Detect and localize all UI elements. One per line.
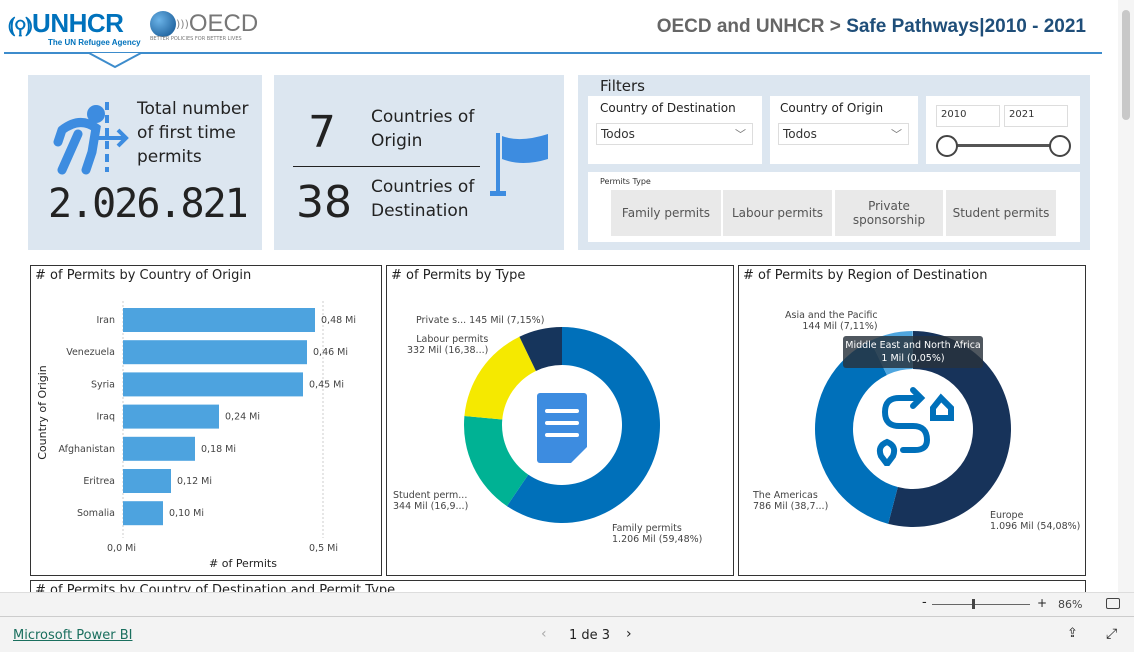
flag-icon <box>490 133 548 196</box>
category-label: Venezuela <box>66 347 115 358</box>
label-student: Student perm... 344 Mil (16,9...) <box>393 490 469 512</box>
destination-label: Country of Destination <box>600 101 736 115</box>
value-label: 0,48 Mi <box>321 315 356 326</box>
page-indicator: 1 de 3 <box>569 628 611 643</box>
tooltip: Middle East and North Africa 1 Mil (0,05%… <box>843 336 983 368</box>
divider <box>293 166 480 167</box>
zoom-out-button[interactable]: - <box>922 595 927 610</box>
permits-type-label: Permits Type <box>600 177 651 186</box>
unhcr-logo: ⦅⚲⦆UNHCR The UN Refugee Agency <box>8 8 141 47</box>
year-slider: 2010 2021 <box>926 96 1080 164</box>
bar-iraq[interactable] <box>123 404 219 429</box>
bar-eritrea[interactable] <box>123 469 171 493</box>
filters-panel: Filters Country of Destination Todos ﹀ Co… <box>578 75 1090 250</box>
scrollbar-thumb[interactable] <box>1122 10 1130 120</box>
origin-label: Country of Origin <box>780 101 884 115</box>
power-bi-link[interactable]: Microsoft Power BI <box>13 628 132 643</box>
chip-family[interactable]: Family permits <box>611 190 721 236</box>
destination-slicer: Country of Destination Todos ﹀ <box>588 96 762 164</box>
category-label: Iraq <box>96 412 115 423</box>
value-label: 0,12 Mi <box>177 476 212 487</box>
kpi-countries: 7 Countries of Origin 38 Countries of De… <box>274 75 564 250</box>
zoom-slider-handle[interactable] <box>972 599 975 609</box>
chevron-down-icon: ﹀ <box>891 128 902 141</box>
chip-student[interactable]: Student permits <box>946 190 1056 236</box>
footer: Microsoft Power BI ‹ 1 de 3 › ⇪ ⤢ <box>0 616 1134 652</box>
bar-iran[interactable] <box>123 308 315 332</box>
share-icon[interactable]: ⇪ <box>1067 626 1078 641</box>
kpi-total-permits: Total number of first time permits 2.026… <box>28 75 262 250</box>
label-americas: The Americas 786 Mil (38,7...) <box>753 490 829 512</box>
region-donut-chart: # of Permits by Region of Destination As… <box>738 265 1086 576</box>
destination-dropdown[interactable]: Todos ﹀ <box>596 123 753 145</box>
chevron-down-icon: ﹀ <box>735 128 746 141</box>
year-from-input[interactable]: 2010 <box>936 105 1000 127</box>
category-label: Afghanistan <box>58 444 115 455</box>
origin-count: 7 <box>308 107 336 158</box>
fullscreen-icon[interactable]: ⤢ <box>1106 626 1117 642</box>
bar-syria[interactable] <box>123 372 303 397</box>
x-tick: 0,0 Mi <box>107 543 136 554</box>
bar-venezuela[interactable] <box>123 340 307 365</box>
label-europe: Europe 1.096 Mil (54,08%) <box>990 510 1081 532</box>
chip-private[interactable]: Private sponsorship <box>835 190 943 236</box>
origin-slicer: Country of Origin Todos ﹀ <box>770 96 918 164</box>
category-label: Syria <box>91 379 115 390</box>
dest-label: Countries of Destination <box>371 177 475 221</box>
bar-afghanistan[interactable] <box>123 436 195 461</box>
x-axis-label: # of Permits <box>209 557 277 570</box>
filters-title: Filters <box>600 77 645 95</box>
value-label: 0,45 Mi <box>309 379 344 390</box>
value-label: 0,18 Mi <box>201 444 236 455</box>
origin-dropdown[interactable]: Todos ﹀ <box>778 123 909 145</box>
label-private: Private s... 145 Mil (7,15%) <box>416 315 545 326</box>
x-tick: 0,5 Mi <box>309 543 338 554</box>
label-asia: Asia and the Pacific 144 Mil (7,11%) <box>785 310 878 332</box>
route-home-icon <box>876 387 954 466</box>
y-axis-label: Country of Origin <box>35 365 49 460</box>
scrollbar[interactable] <box>1118 0 1134 592</box>
total-value: 2.026.821 <box>48 181 249 227</box>
zoom-slider[interactable] <box>932 604 1030 605</box>
category-label: Somalia <box>77 508 115 519</box>
header-notch <box>88 52 142 69</box>
document-icon <box>537 393 587 463</box>
type-donut-chart: # of Permits by Type Private s... 145 Mi… <box>386 265 734 576</box>
category-label: Iran <box>96 315 115 326</box>
header-divider <box>4 52 1102 54</box>
prev-page-icon[interactable]: ‹ <box>541 626 547 642</box>
value-label: 0,10 Mi <box>169 508 204 519</box>
zoom-bar: - + 86% <box>0 592 1134 616</box>
person-crossing-icon <box>53 102 129 175</box>
dest-count: 38 <box>296 177 352 228</box>
origin-label: Countries of Origin <box>371 107 475 151</box>
oecd-logo: )))OECD BETTER POLICIES FOR BETTER LIVES <box>150 10 259 42</box>
origin-bar-chart: # of Permits by Country of Origin Iran 0,… <box>30 265 382 576</box>
label-family: Family permits 1.206 Mil (59,48%) <box>612 523 703 545</box>
bar-somalia[interactable] <box>123 501 163 526</box>
label-labour: Labour permits 332 Mil (16,38...) <box>407 334 489 356</box>
value-label: 0,24 Mi <box>225 412 260 423</box>
category-label: Eritrea <box>83 476 115 487</box>
chip-labour[interactable]: Labour permits <box>723 190 832 236</box>
slider-handle-start[interactable] <box>936 135 958 157</box>
value-label: 0,46 Mi <box>313 347 348 358</box>
total-label: Total number of first time permits <box>137 99 249 167</box>
permits-type-slicer: Permits Type Family permits Labour permi… <box>588 172 1080 242</box>
bar-plot: Iran 0,48 Mi Venezuela 0,46 Mi Syria 0,45 Mi I… <box>58 301 356 538</box>
page-title: OECD and UNHCR > Safe Pathways|2010 - 20… <box>656 16 1086 37</box>
slider-track <box>946 144 1060 147</box>
slider-handle-end[interactable] <box>1049 135 1071 157</box>
year-to-input[interactable]: 2021 <box>1004 105 1068 127</box>
zoom-in-button[interactable]: + <box>1037 596 1047 610</box>
fit-page-icon[interactable] <box>1106 598 1120 609</box>
zoom-level: 86% <box>1058 598 1083 611</box>
next-page-icon[interactable]: › <box>626 626 632 642</box>
